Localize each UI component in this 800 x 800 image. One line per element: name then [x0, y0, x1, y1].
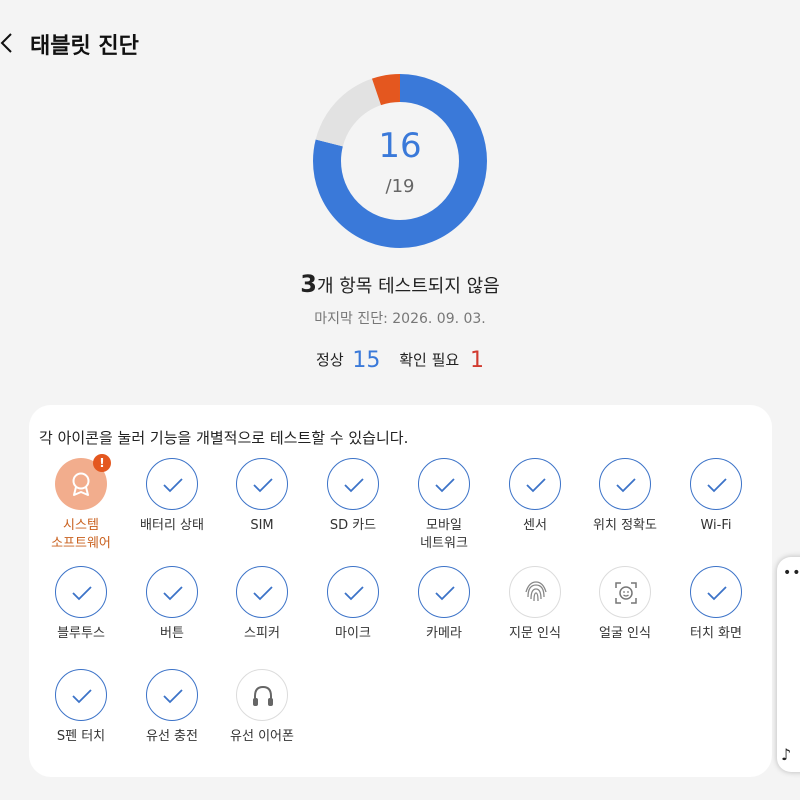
test-item[interactable]: 위치 정확도 [580, 458, 670, 535]
test-item-label: 블루투스 [57, 626, 105, 641]
test-item[interactable]: 스피커 [217, 566, 307, 643]
progress-ring: 16 /19 [313, 74, 487, 248]
check-icon [616, 478, 636, 493]
check-icon [163, 689, 183, 704]
test-item-label: Wi-Fi [700, 518, 732, 533]
check-icon [72, 689, 92, 704]
untested-summary: 3개 항목 테스트되지 않음 [0, 270, 800, 298]
chevron-left-icon [0, 33, 12, 53]
test-item-button[interactable] [327, 566, 379, 618]
check-icon [526, 478, 546, 493]
test-item-button[interactable] [418, 566, 470, 618]
test-item-label: 유선 충전 [146, 729, 198, 744]
test-item-label: 지문 인식 [509, 626, 561, 641]
alert-badge-icon: ! [93, 454, 111, 472]
test-item-label: 시스템 소프트웨어 [51, 518, 111, 551]
normal-label: 정상 [316, 351, 344, 369]
check-icon [253, 478, 273, 493]
check-icon [707, 586, 727, 601]
test-item[interactable]: 블루투스 [36, 566, 126, 643]
test-item-label: SD 카드 [329, 518, 377, 533]
test-item[interactable]: ! 시스템 소프트웨어 [36, 454, 126, 553]
headphones-icon [253, 685, 273, 706]
face-scan-icon [615, 582, 637, 604]
test-item[interactable]: Wi-Fi [671, 458, 761, 535]
test-item-label: 마이크 [335, 626, 371, 641]
test-item-label: 유선 이어폰 [230, 729, 294, 744]
test-item[interactable]: SD 카드 [308, 458, 398, 535]
test-item-button[interactable] [327, 458, 379, 510]
test-item[interactable]: 유선 충전 [127, 669, 217, 746]
progress-center: 16 /19 [313, 74, 487, 248]
card-hint: 각 아이콘을 눌러 기능을 개별적으로 테스트할 수 있습니다. [39, 429, 409, 447]
test-item-button[interactable] [690, 458, 742, 510]
test-item-button[interactable] [509, 458, 561, 510]
test-item-button[interactable] [599, 458, 651, 510]
test-item-button[interactable] [418, 458, 470, 510]
edge-panel-handle[interactable]: ••• ♪ [777, 557, 800, 772]
check-value: 1 [469, 348, 484, 373]
check-icon [435, 586, 455, 601]
test-item-button[interactable] [599, 566, 651, 618]
test-item-label: 센서 [523, 518, 547, 533]
test-item[interactable]: S펜 터치 [36, 669, 126, 746]
test-item[interactable]: 지문 인식 [490, 566, 580, 643]
untested-count: 3 [300, 270, 317, 298]
total-count: /19 [385, 176, 415, 197]
test-item-label: 배터리 상태 [140, 518, 204, 533]
test-item-label: 모바일 네트워크 [420, 518, 468, 551]
test-item-button[interactable] [236, 566, 288, 618]
normal-value: 15 [352, 348, 381, 373]
test-item[interactable]: 센서 [490, 458, 580, 535]
test-item[interactable]: 모바일 네트워크 [399, 458, 489, 553]
check-label: 확인 필요 [399, 351, 460, 369]
test-item-button[interactable] [690, 566, 742, 618]
test-item-button[interactable] [146, 458, 198, 510]
test-item-label: SIM [250, 518, 274, 533]
test-item-label: 터치 화면 [690, 626, 742, 641]
result-counts: 정상 15 확인 필요 1 [0, 348, 800, 373]
fingerprint-icon [525, 581, 547, 602]
test-item-button[interactable] [55, 669, 107, 721]
test-item[interactable]: SIM [217, 458, 307, 535]
page-title: 태블릿 진단 [30, 34, 139, 59]
music-note-icon: ♪ [781, 745, 792, 764]
test-item-button[interactable] [146, 669, 198, 721]
test-item[interactable]: 카메라 [399, 566, 489, 643]
test-item-label: 버튼 [160, 626, 184, 641]
test-item[interactable]: 마이크 [308, 566, 398, 643]
more-dots-icon: ••• [783, 565, 800, 581]
test-item-button[interactable] [236, 669, 288, 721]
test-item-label: 스피커 [244, 626, 280, 641]
test-item[interactable]: 터치 화면 [671, 566, 761, 643]
back-button[interactable] [0, 30, 18, 56]
last-diagnosis-date: 마지막 진단: 2026. 09. 03. [314, 311, 486, 327]
test-item-label: 카메라 [426, 626, 462, 641]
test-items-card: 각 아이콘을 눌러 기능을 개별적으로 테스트할 수 있습니다. ! 시스템 소프트… [29, 405, 772, 777]
test-item-button[interactable] [236, 458, 288, 510]
test-item[interactable]: 얼굴 인식 [580, 566, 670, 643]
test-item-label: 얼굴 인식 [599, 626, 651, 641]
check-icon [344, 478, 364, 493]
check-icon [344, 586, 364, 601]
test-item-label: S펜 터치 [56, 729, 106, 744]
passed-count: 16 [378, 126, 422, 166]
check-icon [435, 478, 455, 493]
test-item[interactable]: 배터리 상태 [127, 458, 217, 535]
test-item-label: 위치 정확도 [593, 518, 657, 533]
untested-text: 개 항목 테스트되지 않음 [316, 276, 500, 297]
test-item-button[interactable] [55, 566, 107, 618]
test-item-button[interactable]: ! [55, 454, 111, 510]
test-item[interactable]: 유선 이어폰 [217, 669, 307, 746]
test-item[interactable]: 버튼 [127, 566, 217, 643]
test-item-button[interactable] [509, 566, 561, 618]
app-header: 태블릿 진단 [0, 24, 800, 64]
check-icon [72, 586, 92, 601]
check-icon [163, 478, 183, 493]
check-icon [253, 586, 273, 601]
test-item-button[interactable] [146, 566, 198, 618]
check-icon [163, 586, 183, 601]
check-icon [707, 478, 727, 493]
